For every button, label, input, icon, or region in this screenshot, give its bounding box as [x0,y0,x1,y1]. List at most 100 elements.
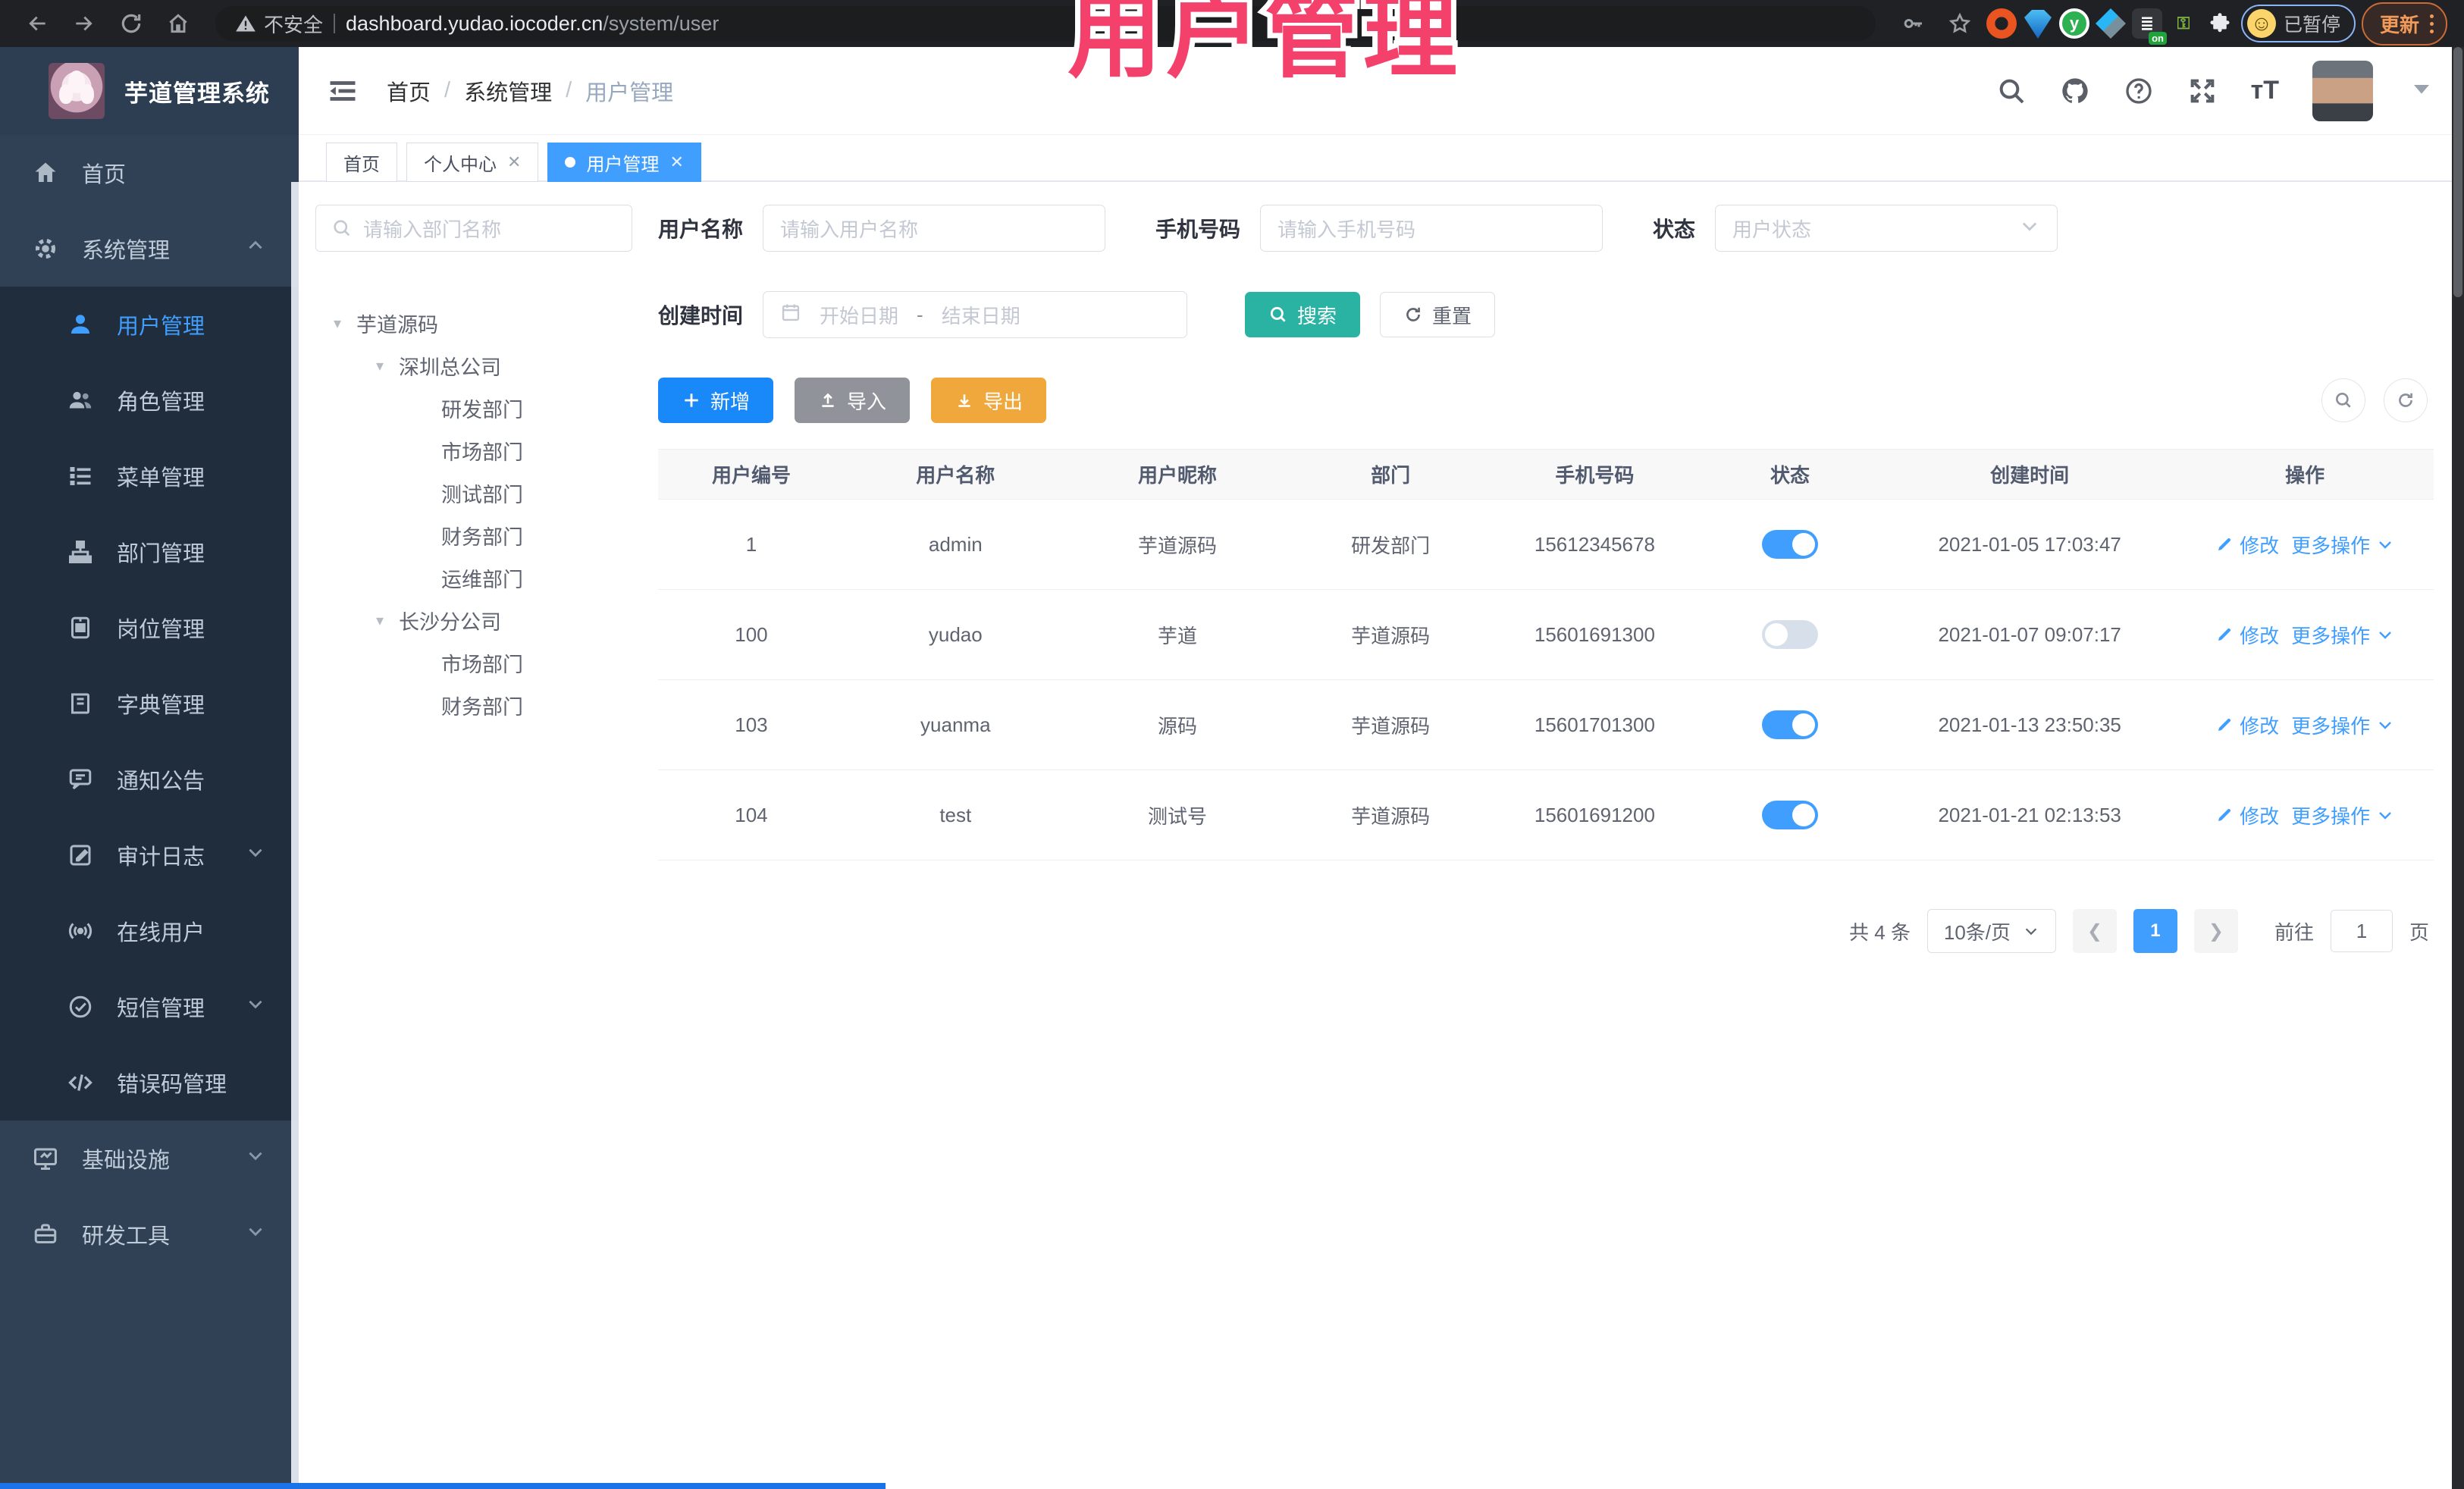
edit-link[interactable]: 修改 [2215,621,2279,649]
more-actions-link[interactable]: 更多操作 [2291,531,2394,559]
goto-page-input[interactable] [2330,910,2393,952]
export-button[interactable]: 导出 [931,378,1047,423]
search-icon [1270,306,1286,322]
tree-node[interactable]: 运维部门 [315,556,632,599]
breadcrumb-separator: / [444,78,451,102]
tree-node[interactable]: ▾ 深圳总公司 [315,344,632,387]
extension-gem-icon[interactable] [2024,10,2052,39]
app-logo-row[interactable]: 芋道管理系统 [0,47,299,135]
tree-caret-icon[interactable]: ▾ [370,611,390,630]
more-actions-link[interactable]: 更多操作 [2291,621,2394,649]
more-actions-link[interactable]: 更多操作 [2291,711,2394,739]
page-number-current[interactable]: 1 [2133,909,2177,953]
status-toggle[interactable] [1762,801,1819,829]
tree-node[interactable]: 测试部门 [315,472,632,514]
tab-home[interactable]: 首页 [326,143,397,182]
browser-reload-icon[interactable] [111,3,152,44]
edit-link[interactable]: 修改 [2215,531,2279,559]
sidebar-item-online-users[interactable]: 在线用户 [0,893,299,969]
bookmark-star-icon[interactable] [1939,3,1980,44]
tree-node[interactable]: ▾ 长沙分公司 [315,599,632,641]
not-secure-warning[interactable]: 不安全 [235,10,323,38]
tab-profile[interactable]: 个人中心 ✕ [406,143,539,182]
status-toggle[interactable] [1762,710,1819,739]
sidebar-item-label: 菜单管理 [117,466,205,491]
scrollbar-thumb[interactable] [2453,47,2462,297]
search-icon[interactable] [1996,76,2027,106]
browser-back-icon[interactable] [17,3,58,44]
address-bar[interactable]: 不安全 dashboard.yudao.iocoder.cn/system/us… [215,6,1876,41]
tree-caret-icon[interactable]: ▾ [370,356,390,375]
sidebar-item-audit-log[interactable]: 审计日志 [0,817,299,893]
status-toggle[interactable] [1762,530,1819,559]
sidebar-item-users[interactable]: 用户管理 [0,287,299,362]
tree-caret-icon[interactable]: ▾ [328,314,347,333]
help-icon[interactable] [2124,76,2154,106]
status-toggle[interactable] [1762,620,1819,649]
extension-key-icon[interactable]: ⚿ [2168,8,2199,39]
sidebar-item-roles[interactable]: 角色管理 [0,362,299,438]
date-range-picker[interactable]: 开始日期 - 结束日期 [763,291,1188,338]
browser-forward-icon[interactable] [64,3,105,44]
sidebar-scrollbar[interactable] [291,182,299,1489]
fullscreen-icon[interactable] [2187,76,2218,106]
browser-profile-chip[interactable]: ☺ 已暂停 [2240,5,2356,42]
department-search-input[interactable]: 请输入部门名称 [315,205,632,252]
sidebar-item-system[interactable]: 系统管理 [0,211,299,287]
browser-scrollbar[interactable] [2452,47,2464,1489]
breadcrumb-home[interactable]: 首页 [387,75,431,107]
mobile-input[interactable]: 请输入手机号码 [1260,205,1603,252]
close-icon[interactable]: ✕ [507,152,521,172]
extension-switch-icon[interactable]: ≣ on [2131,8,2167,45]
tree-node[interactable]: 财务部门 [315,684,632,726]
avatar-caret-icon[interactable] [2406,74,2437,108]
font-size-icon[interactable]: ᴛT [2251,76,2279,105]
page-size-select[interactable]: 10条/页 [1926,909,2056,953]
reset-button[interactable]: 重置 [1380,292,1496,337]
search-button[interactable]: 搜索 [1245,292,1361,337]
extensions-puzzle-icon[interactable] [2205,8,2235,39]
browser-update-button[interactable]: 更新 [2361,2,2447,45]
sidebar-item-home[interactable]: 首页 [0,135,299,211]
import-button[interactable]: 导入 [795,378,911,423]
sidebar-item-departments[interactable]: 部门管理 [0,514,299,590]
sidebar-item-infrastructure[interactable]: 基础设施 [0,1121,299,1196]
edit-link[interactable]: 修改 [2215,711,2279,739]
sidebar-item-notice[interactable]: 通知公告 [0,741,299,817]
tree-node[interactable]: ▾ 芋道源码 [315,302,632,344]
tree-node[interactable]: 研发部门 [315,387,632,429]
tab-user-management[interactable]: 用户管理 ✕ [547,143,701,182]
add-user-button[interactable]: 新增 [658,378,774,423]
refresh-table-button[interactable] [2384,378,2428,422]
tree-node-label: 深圳总公司 [399,356,501,379]
breadcrumb-section[interactable]: 系统管理 [464,75,552,107]
sidebar-item-devtools[interactable]: 研发工具 [0,1196,299,1272]
extension-green-icon[interactable]: y [2058,8,2089,39]
prev-page-button[interactable]: ❮ [2072,909,2117,953]
sidebar-item-posts[interactable]: 岗位管理 [0,590,299,666]
tree-node[interactable]: 市场部门 [315,429,632,472]
tree-node[interactable]: 市场部门 [315,641,632,684]
edit-link[interactable]: 修改 [2215,801,2279,829]
browser-menu-icon[interactable] [2430,14,2434,33]
extension-squares-icon[interactable] [2095,8,2126,39]
password-key-icon[interactable] [1892,3,1933,44]
github-icon[interactable] [2060,76,2090,106]
tree-node[interactable]: 财务部门 [315,514,632,556]
user-avatar[interactable] [2312,60,2373,121]
more-actions-link[interactable]: 更多操作 [2291,801,2394,829]
status-select[interactable]: 用户状态 [1715,205,2058,252]
extension-ubuntu-icon[interactable] [1986,8,2017,39]
sidebar-item-error-codes[interactable]: 错误码管理 [0,1045,299,1121]
sidebar-item-sms[interactable]: 短信管理 [0,969,299,1045]
collapse-sidebar-icon[interactable] [326,74,359,108]
sidebar-item-menus[interactable]: 菜单管理 [0,438,299,514]
bottom-progress-strip [0,1483,886,1489]
sidebar-item-dict[interactable]: 字典管理 [0,666,299,741]
browser-home-icon[interactable] [158,3,199,44]
username-input[interactable]: 请输入用户名称 [763,205,1106,252]
close-icon[interactable]: ✕ [669,152,683,172]
hide-search-button[interactable] [2321,378,2365,422]
next-page-button[interactable]: ❯ [2193,909,2238,953]
sidebar-item-label: 研发工具 [82,1224,171,1249]
